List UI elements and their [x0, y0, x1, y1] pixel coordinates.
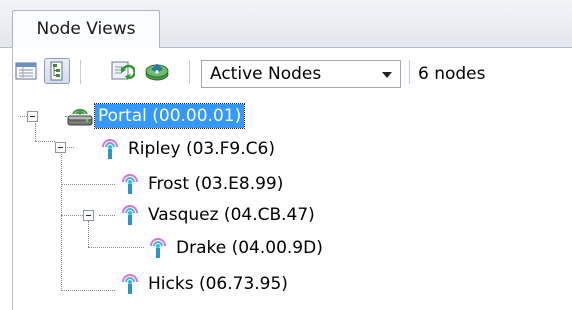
tree-connector: [88, 247, 144, 248]
node-count-label: 6 nodes: [418, 64, 486, 84]
toolbar-separator: [409, 60, 410, 84]
network-node-icon: [145, 63, 169, 81]
expander-vasquez[interactable]: [83, 210, 94, 221]
toolbar: Active Nodes 6 nodes: [13, 48, 572, 94]
wireless-node-icon: [102, 139, 118, 159]
node-label: Portal (00.00.01): [93, 103, 246, 129]
chevron-down-icon: [382, 72, 392, 78]
node-filter-value: Active Nodes: [210, 64, 322, 84]
tree-view-button[interactable]: [44, 58, 70, 84]
tab-node-views[interactable]: Node Views: [12, 10, 160, 48]
wireless-node-icon: [122, 174, 138, 194]
refresh-button[interactable]: [109, 58, 136, 84]
toolbar-separator: [80, 60, 81, 84]
discover-nodes-button[interactable]: [143, 58, 169, 84]
toolbar-separator: [189, 60, 190, 84]
list-view-icon: [15, 62, 37, 80]
tree-connector: [61, 290, 115, 291]
list-view-button[interactable]: [13, 58, 39, 84]
expander-portal[interactable]: [27, 111, 38, 122]
node-label: Ripley (03.F9.C6): [128, 139, 275, 159]
tree-connector: [61, 184, 115, 185]
tree-connector: [88, 221, 89, 247]
tree-connector: [35, 141, 55, 142]
tree-connector: [61, 147, 62, 291]
node-label: Hicks (06.73.95): [148, 274, 288, 294]
tab-label: Node Views: [36, 19, 136, 39]
node-tree: Portal (00.00.01) Ripley (03.F9.C6) Fros…: [13, 94, 572, 310]
refresh-icon: [111, 61, 136, 80]
tree-view-icon: [50, 61, 63, 81]
expander-ripley[interactable]: [55, 142, 66, 153]
wireless-node-icon: [122, 205, 138, 225]
wireless-node-icon: [122, 274, 138, 294]
node-filter-select[interactable]: Active Nodes: [201, 60, 401, 88]
tree-connector: [99, 215, 115, 216]
node-label: Drake (04.00.9D): [176, 238, 323, 258]
node-views-panel: Node Views Active Nodes 6 nodes Portal (…: [0, 0, 572, 310]
wireless-node-icon: [150, 238, 166, 258]
tree-connector: [35, 123, 36, 141]
router-icon: [67, 108, 93, 126]
node-label: Frost (03.E8.99): [148, 174, 284, 194]
node-label: Vasquez (04.CB.47): [148, 205, 315, 225]
tab-strip: Node Views: [0, 0, 572, 48]
